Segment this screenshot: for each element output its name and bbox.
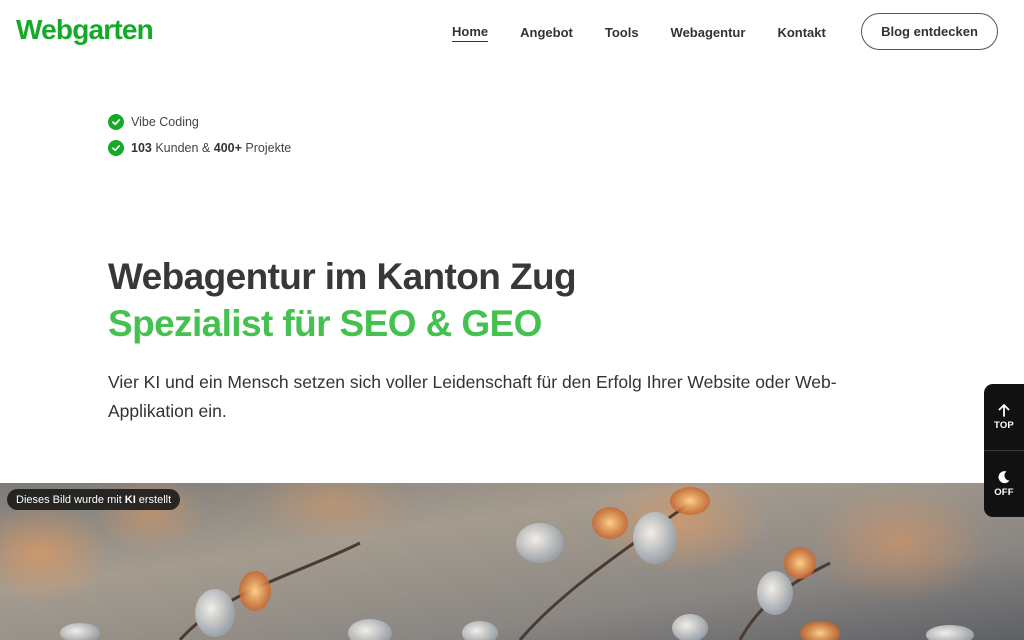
nav-kontakt[interactable]: Kontakt [777, 24, 825, 42]
highlight-item: 103 Kunden & 400+ Projekte [108, 139, 291, 157]
dark-mode-label: OFF [994, 487, 1014, 498]
hero-title: Webagentur im Kanton Zug [108, 256, 577, 297]
nav-tools[interactable]: Tools [605, 24, 639, 42]
main-nav: Home Angebot Tools Webagentur Kontakt [452, 23, 826, 42]
customer-count: 103 [131, 141, 152, 155]
ai-badge-strong: KI [124, 493, 136, 506]
ai-image-badge: Dieses Bild wurde mit KI erstellt [7, 489, 181, 510]
hero-description: Vier KI und ein Mensch setzen sich volle… [108, 372, 837, 421]
highlights-list: Vibe Coding 103 Kunden & 400+ Projekte [108, 113, 291, 165]
scroll-top-label: TOP [994, 420, 1014, 431]
nav-home[interactable]: Home [452, 23, 489, 42]
moon-icon [998, 471, 1010, 484]
blog-button[interactable]: Blog entdecken [861, 13, 998, 50]
highlight-item: Vibe Coding [108, 113, 291, 131]
check-icon [108, 114, 124, 130]
logo[interactable]: Webgarten [16, 14, 154, 46]
project-count: 400+ [213, 141, 242, 155]
nav-angebot[interactable]: Angebot [520, 24, 573, 42]
arrow-up-icon [998, 404, 1010, 417]
nav-webagentur[interactable]: Webagentur [671, 24, 746, 42]
side-widget: TOP OFF [984, 384, 1024, 517]
dark-mode-toggle[interactable]: OFF [984, 451, 1024, 517]
hero-subtitle: Spezialist für SEO & GEO [108, 303, 542, 344]
check-icon [108, 140, 124, 156]
project-label: Projekte [245, 141, 292, 155]
customer-label: Kunden & [155, 141, 211, 155]
ai-badge-text: Dieses Bild wurde mit [16, 493, 122, 506]
scroll-top-button[interactable]: TOP [984, 384, 1024, 450]
ai-badge-text-end: erstellt [138, 493, 172, 506]
highlight-text: Vibe Coding [131, 115, 199, 129]
